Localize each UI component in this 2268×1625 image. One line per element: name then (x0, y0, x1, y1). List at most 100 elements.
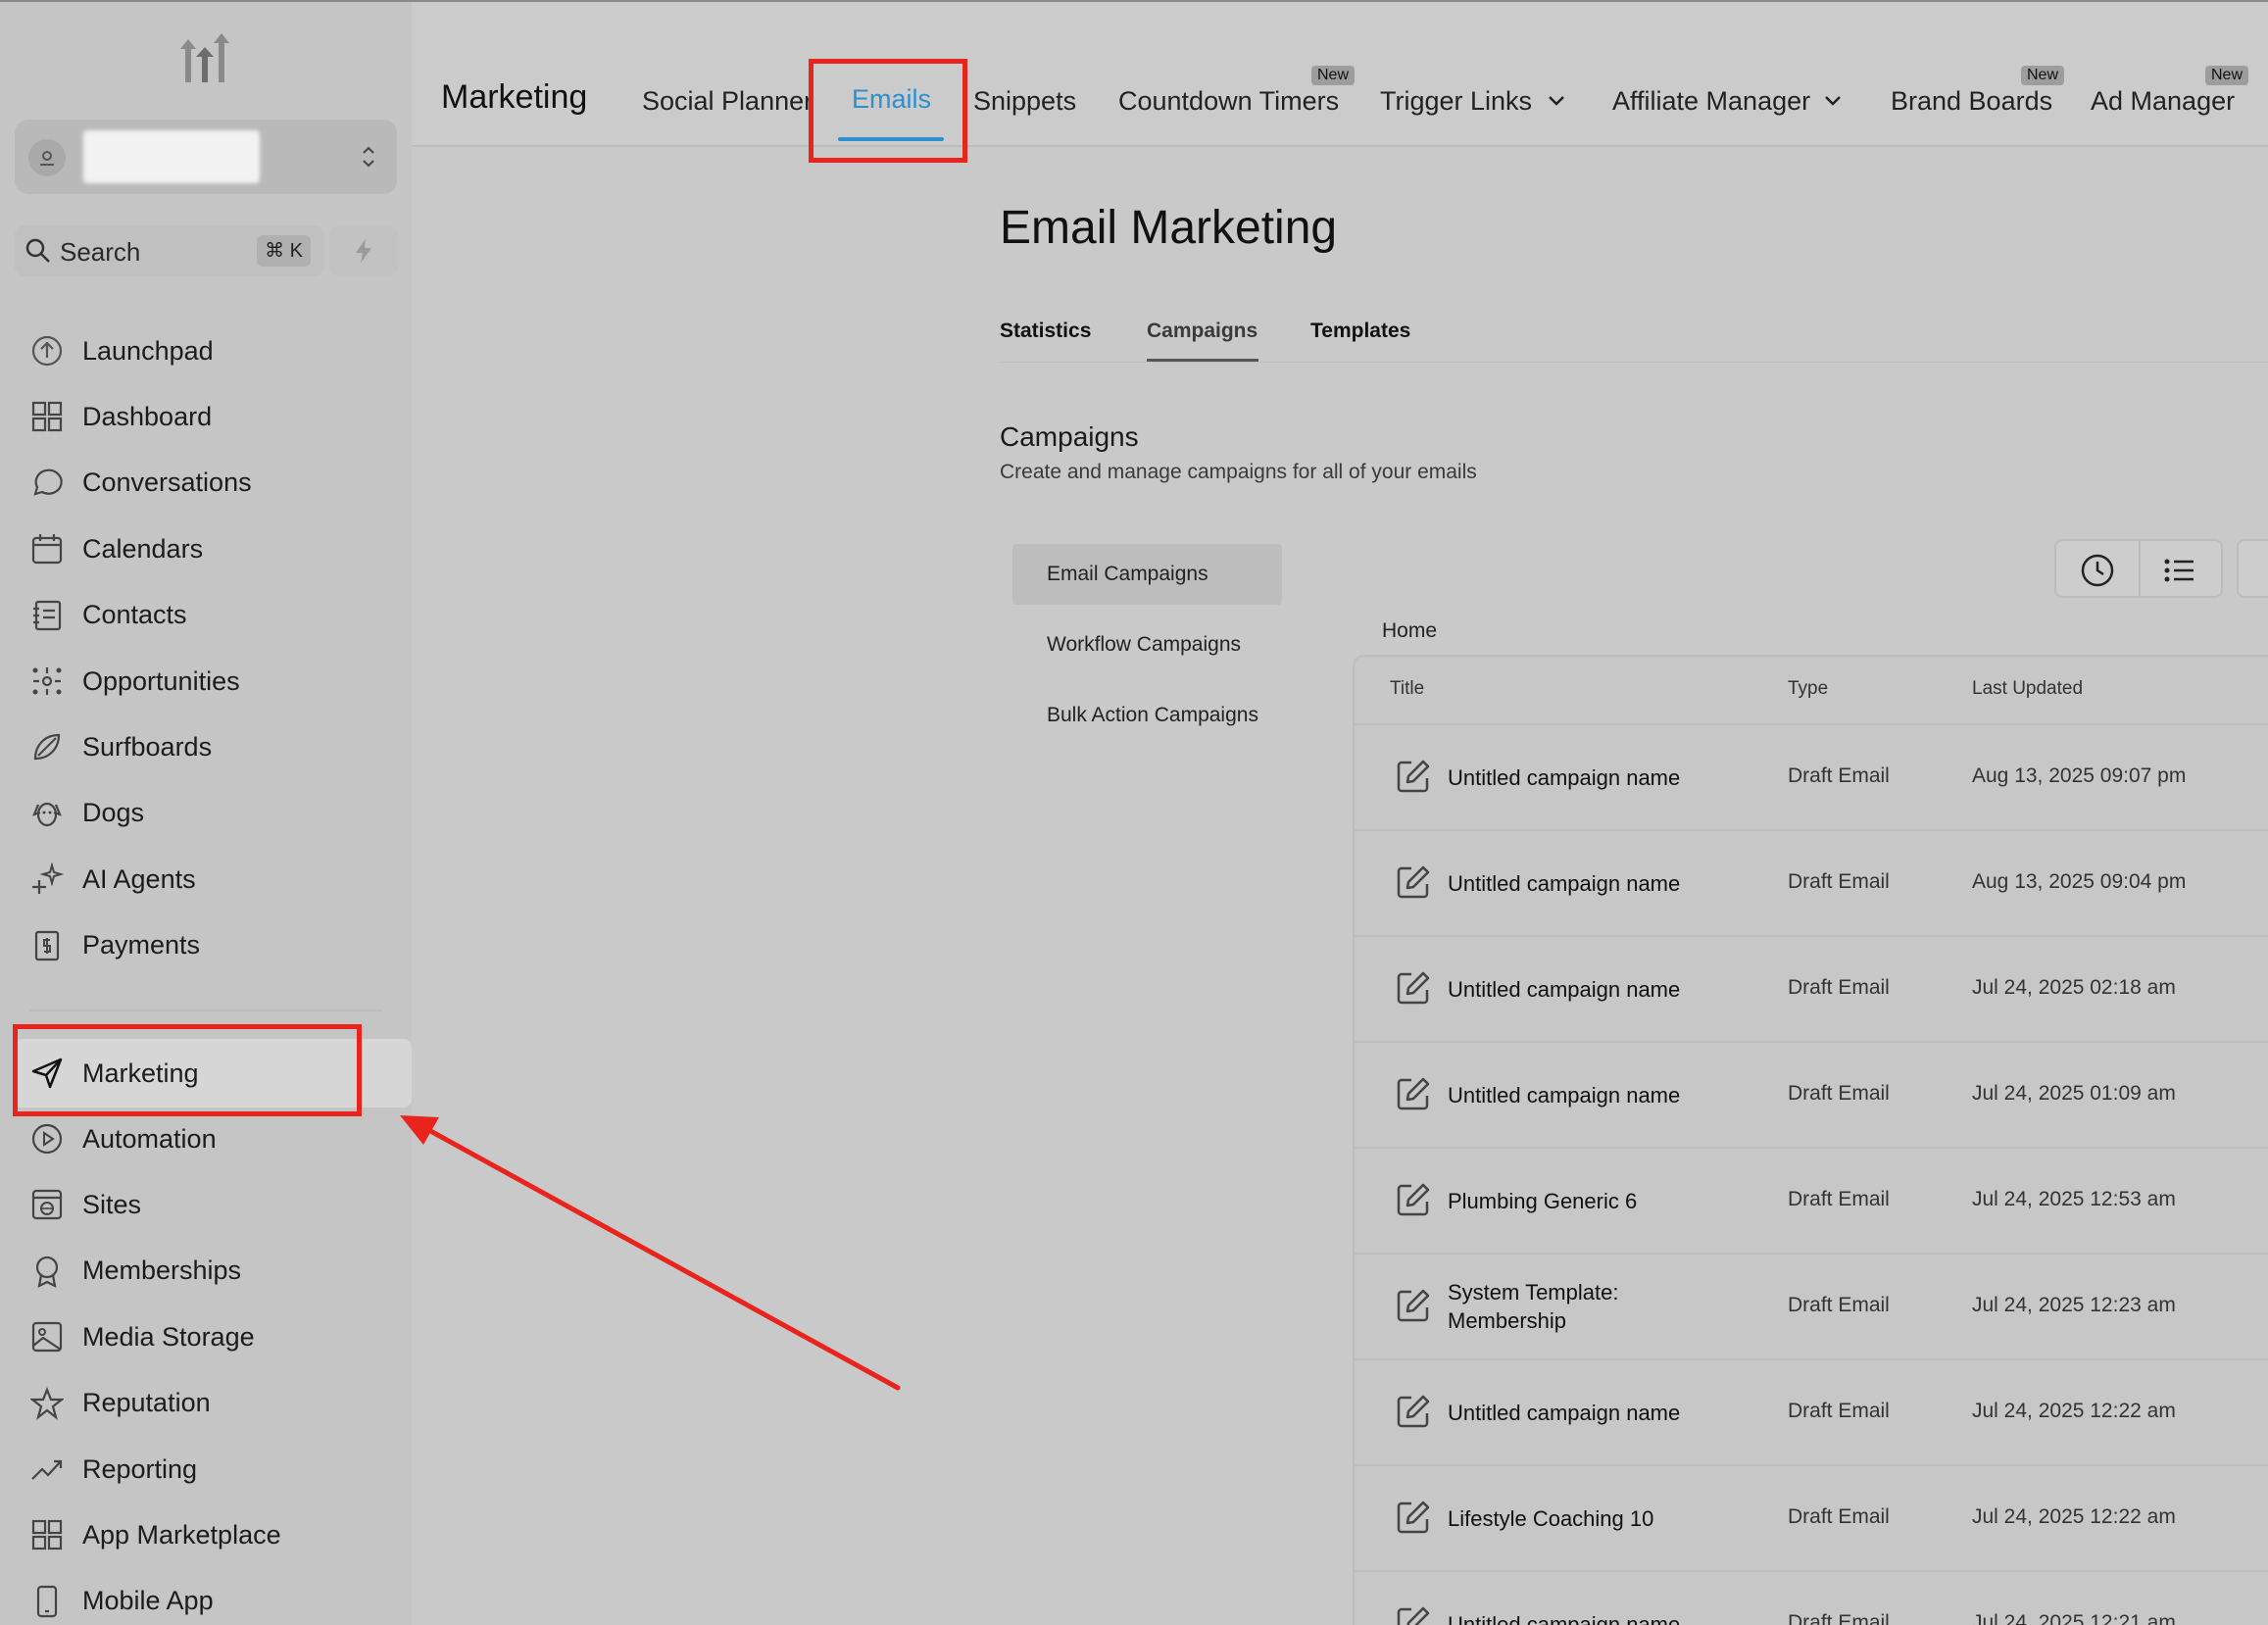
edit-icon[interactable] (1396, 1394, 1431, 1429)
tab-countdown-timers[interactable]: Countdown Timers (1118, 86, 1339, 117)
sidebar-item-label: AI Agents (82, 863, 196, 894)
column-header-last-updated[interactable]: Last Updated (1972, 678, 2083, 700)
chevron-up-down-icon (363, 146, 374, 168)
sidebar-item-app-marketplace[interactable]: App Marketplace (27, 1511, 400, 1558)
sidebar-item-conversations[interactable]: Conversations (27, 460, 400, 507)
quick-action-button[interactable] (329, 225, 398, 276)
edit-icon[interactable] (1396, 1076, 1431, 1111)
edit-icon[interactable] (1396, 1500, 1431, 1535)
table-row[interactable]: Lifestyle Coaching 10 Draft Email Jul 24, … (1355, 1464, 2268, 1570)
sidebar-item-launchpad[interactable]: Launchpad (27, 327, 400, 374)
sidebar-item-label: Contacts (82, 600, 187, 630)
sidebar-item-surfboards[interactable]: Surfboards (27, 723, 400, 770)
campaign-title[interactable]: Untitled campaign name (1448, 763, 1693, 792)
sidebar-item-label: Sites (82, 1189, 142, 1219)
campaign-title[interactable]: Lifestyle Coaching 10 (1448, 1504, 1693, 1533)
campaign-last-updated: Jul 24, 2025 12:22 am (1972, 1505, 2176, 1528)
list-view-icon[interactable] (2162, 553, 2197, 588)
sidebar-item-label: Launchpad (82, 335, 214, 366)
edit-icon[interactable] (1396, 1288, 1431, 1323)
sidebar-item-memberships[interactable]: Memberships (27, 1248, 400, 1295)
sidebar-item-label: Reputation (82, 1388, 211, 1418)
sidebar-item-contacts[interactable]: Contacts (27, 592, 400, 639)
campaign-title[interactable]: Untitled campaign name (1448, 1081, 1693, 1109)
chevron-down-icon (1549, 96, 1564, 106)
sidebar-item-ai-agents[interactable]: AI Agents (27, 856, 400, 903)
subtab-statistics[interactable]: Statistics (1000, 320, 1091, 343)
payments-icon (27, 926, 67, 965)
edit-icon[interactable] (1396, 759, 1431, 794)
subtab-campaigns[interactable]: Campaigns (1147, 320, 1257, 343)
campaign-type: Draft Email (1788, 870, 1890, 893)
campaign-title[interactable]: System Template: Membership (1448, 1278, 1693, 1335)
surfboard-icon (27, 727, 67, 766)
table-row[interactable]: Untitled campaign name Draft Email Jul 24,… (1355, 1358, 2268, 1464)
search-toggle-button[interactable] (2237, 539, 2268, 598)
campaign-last-updated: Jul 24, 2025 12:23 am (1972, 1294, 2176, 1316)
sidebar-item-sites[interactable]: Sites (27, 1181, 400, 1228)
highlight-marketing-box (13, 1024, 362, 1116)
sidebar-item-label: Automation (82, 1123, 217, 1154)
sidebar-item-opportunities[interactable]: Opportunities (27, 658, 400, 705)
campaign-title[interactable]: Untitled campaign name (1448, 869, 1693, 898)
tab-ad-manager[interactable]: Ad Manager (2091, 86, 2235, 117)
table-row[interactable]: System Template: Membership Draft Email Ju… (1355, 1253, 2268, 1358)
campaign-title[interactable]: Untitled campaign name (1448, 1399, 1693, 1427)
tab-social-planner[interactable]: Social Planner (642, 86, 813, 117)
breadcrumb[interactable]: Home (1382, 619, 1437, 643)
clock-icon[interactable] (2080, 553, 2115, 588)
sidebar-item-reputation[interactable]: Reputation (27, 1380, 400, 1427)
new-badge: New (2205, 66, 2249, 85)
active-subtab-indicator (1147, 359, 1258, 362)
new-badge: New (2021, 66, 2065, 85)
search-label: Search (60, 237, 141, 267)
campaign-last-updated: Jul 24, 2025 02:18 am (1972, 976, 2176, 999)
sidebar-item-label: Memberships (82, 1256, 242, 1286)
campaign-menu-workflow-campaigns[interactable]: Workflow Campaigns (1047, 633, 1241, 657)
star-icon (27, 1384, 67, 1423)
campaign-title[interactable]: Untitled campaign name (1448, 975, 1693, 1004)
sidebar-item-label: Media Storage (82, 1321, 255, 1352)
edit-icon[interactable] (1396, 1182, 1431, 1217)
campaign-menu-bulk-action-campaigns[interactable]: Bulk Action Campaigns (1047, 704, 1258, 727)
sidebar-item-media-storage[interactable]: Media Storage (27, 1313, 400, 1360)
table-row[interactable]: Untitled campaign name Draft Email Aug 13,… (1355, 829, 2268, 935)
table-row[interactable]: Untitled campaign name Draft Email Aug 13,… (1355, 723, 2268, 829)
account-switcher[interactable] (15, 120, 397, 194)
subtab-templates[interactable]: Templates (1310, 320, 1410, 343)
sidebar-search[interactable]: Search ⌘ K (15, 225, 324, 276)
tab-affiliate-manager[interactable]: Affiliate Manager (1612, 86, 1810, 117)
campaign-title[interactable]: Plumbing Generic 6 (1448, 1187, 1693, 1215)
sparkle-icon (27, 860, 67, 899)
sidebar-item-dashboard[interactable]: Dashboard (27, 393, 400, 440)
badge-icon (27, 1252, 67, 1291)
edit-icon[interactable] (1396, 1605, 1431, 1625)
table-row[interactable]: Untitled campaign name Draft Email Jul 24,… (1355, 1041, 2268, 1147)
sidebar-item-label: Surfboards (82, 731, 213, 762)
campaign-type: Draft Email (1788, 976, 1890, 999)
sidebar-item-automation[interactable]: Automation (27, 1115, 400, 1162)
sidebar-item-reporting[interactable]: Reporting (27, 1446, 400, 1493)
table-row[interactable]: Plumbing Generic 6 Draft Email Jul 24, 202… (1355, 1147, 2268, 1253)
sidebar-item-payments[interactable]: Payments (27, 922, 400, 969)
sidebar-item-calendars[interactable]: Calendars (27, 525, 400, 572)
column-header-title[interactable]: Title (1390, 678, 1424, 700)
table-row[interactable]: Untitled campaign name Draft Email Jul 24,… (1355, 935, 2268, 1041)
campaign-type: Draft Email (1788, 1400, 1890, 1422)
subtab-divider (1000, 362, 2268, 363)
campaign-menu-email-campaigns[interactable]: Email Campaigns (1047, 563, 1208, 586)
campaign-last-updated: Jul 24, 2025 12:21 am (1972, 1611, 2176, 1625)
column-header-type[interactable]: Type (1788, 678, 1828, 700)
edit-icon[interactable] (1396, 970, 1431, 1006)
sidebar-item-mobile-app[interactable]: Mobile App (27, 1578, 400, 1625)
table-row[interactable]: Untitled campaign name Draft Email Jul 24,… (1355, 1570, 2268, 1625)
page-section-title: Marketing (441, 78, 588, 116)
sidebar-item-label: Calendars (82, 533, 204, 564)
tab-brand-boards[interactable]: Brand Boards (1891, 86, 2052, 117)
new-badge: New (1311, 66, 1356, 85)
edit-icon[interactable] (1396, 864, 1431, 900)
sidebar-item-dogs[interactable]: Dogs (27, 790, 400, 837)
tab-trigger-links[interactable]: Trigger Links (1380, 86, 1532, 117)
campaign-title[interactable]: Untitled campaign name (1448, 1610, 1693, 1625)
tab-snippets[interactable]: Snippets (973, 86, 1076, 117)
